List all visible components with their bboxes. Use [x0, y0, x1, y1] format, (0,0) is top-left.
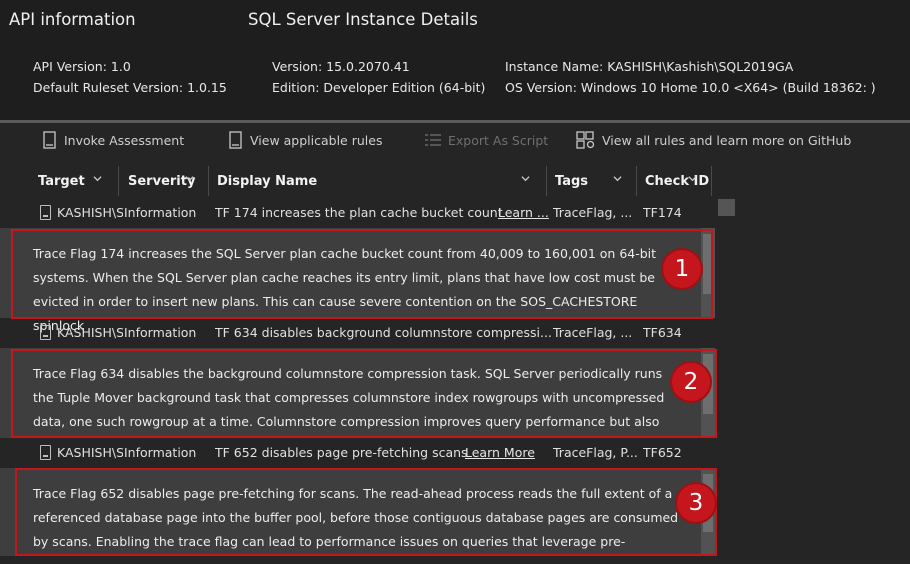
row-tags: TraceFlag, P...	[553, 445, 638, 460]
export-as-script-button[interactable]: Export As Script	[424, 128, 548, 152]
row-target: KASHISH\S	[57, 445, 123, 460]
database-icon	[43, 131, 56, 149]
column-separator	[118, 166, 119, 196]
column-separator	[208, 166, 209, 196]
chevron-down-icon	[185, 176, 194, 182]
invoke-assessment-label: Invoke Assessment	[64, 132, 185, 148]
row-check-id: TF634	[643, 325, 682, 340]
callout-badge: 1	[663, 250, 701, 288]
learn-more-link[interactable]: Learn More	[465, 445, 535, 460]
learn-more-link[interactable]: Learn ...	[498, 205, 549, 220]
row-severity: Information	[124, 325, 197, 340]
database-icon	[229, 131, 242, 149]
chevron-down-icon	[93, 176, 102, 182]
row-severity: Information	[124, 445, 197, 460]
column-header-check-id-label: Check ID	[645, 173, 710, 189]
sql-edition: Edition: Developer Edition (64-bit)	[272, 80, 486, 95]
row-severity: Information	[124, 205, 197, 220]
column-header-check-id[interactable]: Check ID	[645, 166, 710, 196]
export-as-script-label: Export As Script	[448, 132, 549, 148]
view-all-rules-github-label: View all rules and learn more on GitHub	[602, 132, 852, 148]
column-separator	[546, 166, 547, 196]
invoke-assessment-button[interactable]: Invoke Assessment	[42, 128, 184, 152]
row-target: KASHISH\S	[57, 325, 123, 340]
column-header-target-label: Target	[38, 173, 85, 189]
column-header-severity[interactable]: Serverity	[128, 166, 208, 196]
sql-version: Version: 15.0.2070.41	[272, 59, 410, 74]
instance-name: Instance Name: KASHISH\Kashish\SQL2019GA	[505, 59, 794, 74]
database-icon	[40, 445, 51, 460]
highlight-box	[15, 468, 717, 556]
chevron-down-icon	[521, 176, 530, 182]
instance-details-title: SQL Server Instance Details	[248, 10, 478, 29]
database-icon	[40, 205, 51, 220]
column-header-tags[interactable]: Tags	[555, 166, 633, 196]
api-info-title: API information	[9, 10, 136, 29]
grid-scrollbar-thumb[interactable]	[718, 199, 735, 216]
rules-grid-icon	[576, 131, 595, 149]
view-applicable-rules-button[interactable]: View applicable rules	[228, 128, 382, 152]
callout-badge: 3	[677, 484, 715, 522]
column-header-display-name-label: Display Name	[217, 173, 318, 189]
database-icon	[40, 325, 51, 340]
table-row[interactable]: KASHISH\S Information TF 652 disables pa…	[0, 442, 715, 464]
row-tags: TraceFlag, ...	[553, 325, 633, 340]
row-display-name: TF 174 increases the plan cache bucket c…	[215, 205, 503, 220]
chevron-down-icon	[613, 176, 622, 182]
chevron-down-icon	[688, 176, 697, 182]
column-separator	[636, 166, 637, 196]
column-header-tags-label: Tags	[555, 173, 589, 189]
api-version: API Version: 1.0	[33, 59, 131, 74]
callout-badge: 2	[672, 363, 710, 401]
highlight-box	[11, 349, 717, 438]
row-target: KASHISH\S	[57, 205, 123, 220]
ruleset-version: Default Ruleset Version: 1.0.15	[33, 80, 227, 95]
column-header-display-name[interactable]: Display Name	[217, 166, 542, 196]
row-display-name: TF 634 disables background columnstore c…	[215, 325, 552, 340]
row-check-id: TF652	[643, 445, 682, 460]
column-separator	[711, 166, 712, 196]
script-list-icon	[425, 134, 441, 146]
row-check-id: TF174	[643, 205, 682, 220]
highlight-box	[11, 229, 713, 319]
table-row[interactable]: KASHISH\S Information TF 174 increases t…	[0, 202, 715, 224]
os-version: OS Version: Windows 10 Home 10.0 <X64> (…	[505, 80, 876, 95]
row-tags: TraceFlag, ...	[553, 205, 633, 220]
view-applicable-rules-label: View applicable rules	[250, 132, 383, 148]
column-header-target[interactable]: Target	[38, 166, 116, 196]
row-display-name: TF 652 disables page pre-fetching scans	[215, 445, 468, 460]
view-all-rules-github-button[interactable]: View all rules and learn more on GitHub	[576, 128, 851, 152]
table-row[interactable]: KASHISH\S Information TF 634 disables ba…	[0, 322, 715, 344]
